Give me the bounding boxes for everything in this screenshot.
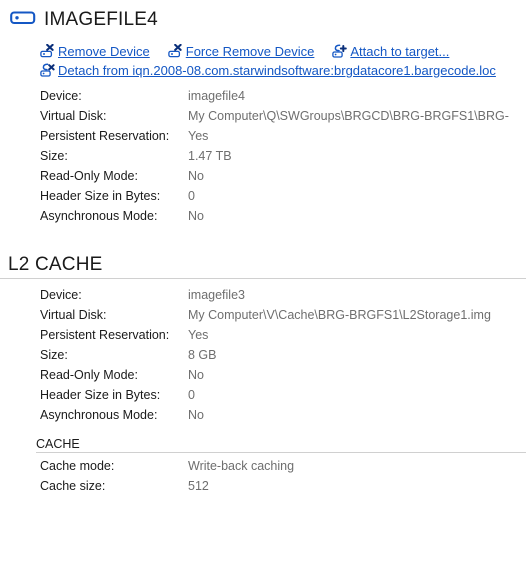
property-label: Header Size in Bytes: (40, 388, 161, 402)
device-properties-panel: IMAGEFILE4 Remove Device Force Remove De… (0, 0, 526, 565)
property-value: No (188, 169, 204, 183)
property-value: 8 GB (188, 348, 217, 362)
device-properties-list: Device: imagefile4 Virtual Disk: My Comp… (0, 80, 526, 226)
property-value: Yes (188, 328, 209, 342)
property-label: Header Size in Bytes: (40, 189, 161, 203)
cache-subheading: CACHE (36, 437, 80, 451)
l2-cache-section: L2 CACHE Device: imagefile3 Virtual Disk… (0, 254, 526, 496)
property-label: Virtual Disk: (40, 109, 107, 123)
property-value: 512 (188, 479, 209, 493)
page-title-row: IMAGEFILE4 (0, 0, 526, 34)
property-row-asynchronous-mode: Asynchronous Mode: No (0, 206, 526, 226)
property-row-virtual-disk: Virtual Disk: My Computer\V\Cache\BRG-BR… (0, 305, 526, 325)
attach-to-target-label: Attach to target... (350, 44, 450, 59)
property-label: Size: (40, 149, 68, 163)
cache-subsection: CACHE Cache mode: Write-back caching Cac… (0, 437, 526, 496)
property-row-cache-size: Cache size: 512 (0, 476, 526, 496)
property-value: imagefile4 (188, 89, 245, 103)
property-value: Write-back caching (188, 459, 295, 473)
remove-device-icon (40, 43, 55, 59)
property-row-virtual-disk: Virtual Disk: My Computer\Q\SWGroups\BRG… (0, 106, 526, 126)
property-value: imagefile3 (188, 288, 245, 302)
l2-cache-heading: L2 CACHE (8, 254, 103, 275)
property-row-read-only-mode: Read-Only Mode: No (0, 365, 526, 385)
property-row-persistent-reservation: Persistent Reservation: Yes (0, 126, 526, 146)
attach-to-target-icon (332, 44, 348, 59)
property-value: No (188, 368, 204, 382)
force-remove-device-icon (168, 43, 183, 59)
action-links-row-1: Remove Device Force Remove Device Attach… (40, 42, 526, 61)
property-label: Persistent Reservation: (40, 129, 170, 143)
property-value: 0 (188, 189, 195, 203)
property-value: No (188, 209, 204, 223)
property-label: Size: (40, 348, 68, 362)
property-label: Device: (40, 89, 82, 103)
property-label: Asynchronous Mode: (40, 209, 158, 223)
action-links-row-2: Detach from iqn.2008-08.com.starwindsoft… (40, 61, 526, 80)
property-label: Device: (40, 288, 82, 302)
property-value: 0 (188, 388, 195, 402)
property-row-header-size: Header Size in Bytes: 0 (0, 385, 526, 405)
attach-to-target-link[interactable]: Attach to target... (332, 44, 449, 59)
property-label: Virtual Disk: (40, 308, 107, 322)
property-row-asynchronous-mode: Asynchronous Mode: No (0, 405, 526, 425)
property-label: Read-Only Mode: (40, 368, 138, 382)
force-remove-device-label: Force Remove Device (185, 44, 315, 59)
property-label: Cache size: (40, 479, 106, 493)
property-row-size: Size: 8 GB (0, 345, 526, 365)
property-row-cache-mode: Cache mode: Write-back caching (0, 456, 526, 476)
cache-properties-list: Cache mode: Write-back caching Cache siz… (0, 453, 526, 496)
property-label: Cache mode: (40, 459, 115, 473)
property-row-read-only-mode: Read-Only Mode: No (0, 166, 526, 186)
page-title: IMAGEFILE4 (44, 9, 158, 30)
remove-device-label: Remove Device (58, 44, 150, 59)
property-value: No (188, 408, 204, 422)
device-icon (10, 9, 36, 29)
property-row-size: Size: 1.47 TB (0, 146, 526, 166)
detach-from-target-label: Detach from iqn.2008-08.com.starwindsoft… (58, 63, 496, 78)
detach-from-target-icon (40, 63, 55, 78)
action-links: Remove Device Force Remove Device Attach… (0, 34, 526, 80)
property-row-header-size: Header Size in Bytes: 0 (0, 186, 526, 206)
property-row-device: Device: imagefile4 (0, 86, 526, 106)
property-value: My Computer\Q\SWGroups\BRGCD\BRG-BRGFS1\… (188, 109, 509, 123)
property-value: 1.47 TB (188, 149, 232, 163)
property-value: My Computer\V\Cache\BRG-BRGFS1\L2Storage… (188, 308, 491, 322)
remove-device-link[interactable]: Remove Device (40, 43, 150, 59)
detach-from-target-link[interactable]: Detach from iqn.2008-08.com.starwindsoft… (40, 63, 496, 78)
property-label: Read-Only Mode: (40, 169, 138, 183)
property-row-device: Device: imagefile3 (0, 285, 526, 305)
l2-cache-properties-list: Device: imagefile3 Virtual Disk: My Comp… (0, 279, 526, 425)
property-label: Asynchronous Mode: (40, 408, 158, 422)
property-row-persistent-reservation: Persistent Reservation: Yes (0, 325, 526, 345)
property-label: Persistent Reservation: (40, 328, 170, 342)
force-remove-device-link[interactable]: Force Remove Device (168, 43, 315, 59)
property-value: Yes (188, 129, 209, 143)
